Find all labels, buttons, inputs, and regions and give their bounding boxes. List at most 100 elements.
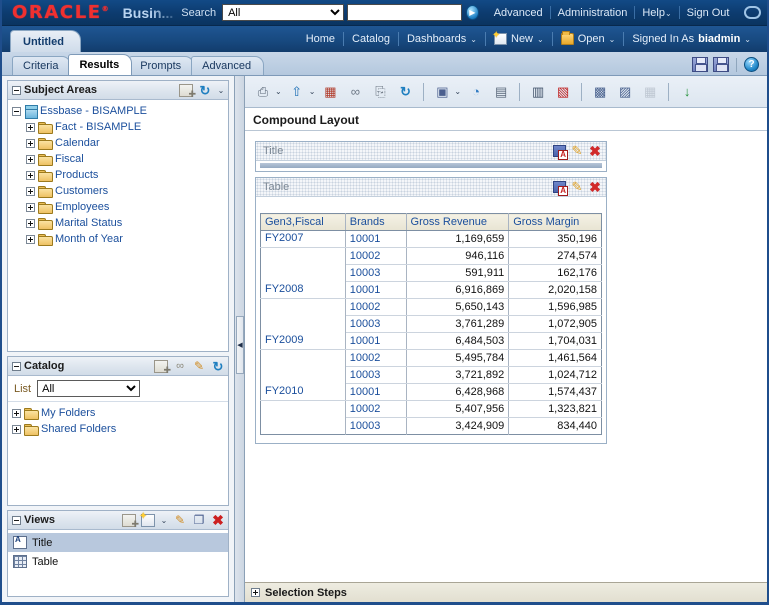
chevron-down-icon[interactable]: ⌄ — [217, 84, 225, 97]
edit-view-icon[interactable]: ✎ — [173, 513, 187, 527]
edit-markup-button[interactable]: ▧ — [553, 82, 573, 101]
cell-fiscal[interactable] — [260, 400, 346, 418]
list-item-title-view[interactable]: Title — [8, 533, 228, 552]
column-header-fiscal[interactable]: Gen3,Fiscal — [260, 213, 346, 231]
tree-node-products[interactable]: Products — [8, 167, 228, 183]
format-view-icon[interactable] — [553, 145, 568, 160]
search-go-icon[interactable]: ▶ — [465, 5, 479, 20]
tab-criteria[interactable]: Criteria — [12, 56, 72, 75]
cell-fiscal[interactable]: FY2007 — [260, 230, 346, 248]
print-button[interactable]: ⎙ — [253, 82, 273, 101]
schedule-button[interactable]: ▦ — [320, 82, 340, 101]
new-chart-button[interactable]: ◔ — [466, 82, 486, 101]
expand-node-icon[interactable] — [26, 202, 35, 212]
remove-view-icon[interactable]: ✖ — [588, 180, 602, 194]
results-table[interactable]: Gen3,Fiscal Brands Gross Revenue Gross M… — [260, 213, 602, 435]
preview-button[interactable]: ∞ — [345, 82, 365, 101]
cell-brand[interactable]: 10003 — [345, 417, 407, 435]
new-gauge-button[interactable]: ▤ — [491, 82, 511, 101]
table-row[interactable]: 10002 5,495,784 1,461,564 — [260, 349, 602, 367]
edit-formula-button[interactable]: ▥ — [528, 82, 548, 101]
tree-node-month-of-year[interactable]: Month of Year — [8, 231, 228, 247]
table-row[interactable]: 10002 946,116 274,574 — [260, 247, 602, 265]
add-catalog-item-icon[interactable] — [154, 359, 171, 376]
chevron-down-icon[interactable]: ⌄ — [275, 87, 282, 96]
table-row[interactable]: 10003 3,424,909 834,440 — [260, 417, 602, 435]
tree-node-customers[interactable]: Customers — [8, 183, 228, 199]
catalog-tree[interactable]: My Folders Shared Folders — [8, 402, 228, 505]
expand-node-icon[interactable] — [26, 170, 35, 180]
cell-fiscal[interactable]: FY2009 — [260, 332, 346, 350]
cell-fiscal[interactable] — [260, 349, 346, 367]
table-row[interactable]: FY2007 10001 1,169,659 350,196 — [260, 230, 602, 248]
cell-fiscal[interactable] — [260, 315, 346, 333]
table-row[interactable]: FY2008 10001 6,916,869 2,020,158 — [260, 281, 602, 299]
dashboards-menu[interactable]: Dashboards ⌄ — [399, 33, 485, 45]
catalog-link[interactable]: Catalog — [344, 33, 398, 45]
cell-fiscal[interactable] — [260, 298, 346, 316]
expand-node-icon[interactable] — [26, 138, 35, 148]
expand-node-icon[interactable] — [26, 186, 35, 196]
tab-advanced[interactable]: Advanced — [191, 56, 265, 75]
edit-view-icon[interactable]: ✎ — [570, 180, 584, 194]
cell-fiscal[interactable] — [260, 264, 346, 282]
expand-node-icon[interactable] — [26, 234, 35, 244]
open-menu[interactable]: Open ⌄ — [553, 31, 624, 45]
expand-selection-steps-icon[interactable] — [251, 588, 260, 597]
help-link[interactable]: Help⌄ — [635, 7, 678, 19]
tree-node-shared-folders[interactable]: Shared Folders — [8, 421, 228, 437]
sort-button[interactable]: ↓ — [677, 82, 697, 101]
edit-view-icon[interactable]: ✎ — [570, 144, 584, 158]
views-list[interactable]: Title Table — [8, 530, 228, 596]
cell-brand[interactable]: 10002 — [345, 298, 407, 316]
remove-view-icon[interactable]: ✖ — [588, 144, 602, 158]
catalog-list-select[interactable]: All — [37, 380, 141, 397]
tree-node-calendar[interactable]: Calendar — [8, 135, 228, 151]
advanced-link[interactable]: Advanced — [487, 7, 550, 19]
cell-brand[interactable]: 10001 — [345, 281, 407, 299]
chevron-down-icon[interactable]: ⌄ — [309, 87, 316, 96]
duplicate-view-icon[interactable]: ❐ — [192, 513, 206, 527]
add-subject-area-icon[interactable] — [179, 83, 196, 100]
compound-layout-canvas[interactable]: Title ✎ ✖ — [245, 131, 767, 582]
cell-fiscal[interactable] — [260, 417, 346, 435]
table-view-container[interactable]: Table ✎ ✖ Gen3,Fiscal — [255, 177, 607, 444]
administration-link[interactable]: Administration — [551, 7, 635, 19]
expand-node-icon[interactable] — [26, 154, 35, 164]
remove-view-icon[interactable]: ✖ — [211, 513, 225, 527]
binoculars-icon[interactable]: ∞ — [173, 360, 187, 373]
column-header-gross-revenue[interactable]: Gross Revenue — [406, 213, 510, 231]
cell-fiscal[interactable] — [260, 366, 346, 384]
cell-brand[interactable]: 10001 — [345, 332, 407, 350]
collapse-subject-areas-icon[interactable] — [12, 85, 21, 95]
cell-brand[interactable]: 10003 — [345, 315, 407, 333]
chevron-down-icon[interactable]: ⌄ — [160, 514, 168, 527]
cell-brand[interactable]: 10001 — [345, 383, 407, 401]
cell-brand[interactable]: 10002 — [345, 400, 407, 418]
user-avatar-icon[interactable] — [744, 6, 762, 19]
add-view-icon[interactable] — [122, 513, 139, 530]
tree-node-fact-bisample[interactable]: Fact - BISAMPLE — [8, 119, 228, 135]
selection-steps-bar[interactable]: Selection Steps — [245, 582, 767, 602]
cell-brand[interactable]: 10003 — [345, 366, 407, 384]
cell-fiscal[interactable] — [260, 247, 346, 265]
format-view-icon[interactable] — [553, 181, 568, 196]
table-row[interactable]: 10002 5,407,956 1,323,821 — [260, 400, 602, 418]
collapse-views-icon[interactable] — [12, 515, 21, 525]
cell-fiscal[interactable]: FY2010 — [260, 383, 346, 401]
subject-areas-tree[interactable]: Essbase - BISAMPLE Fact - BISAMPLE Calen… — [8, 100, 228, 351]
export-button[interactable]: ⇧ — [287, 82, 307, 101]
layout-properties-button[interactable]: ▩ — [590, 82, 610, 101]
compound-layout-button[interactable]: ▨ — [615, 82, 635, 101]
save-as-icon[interactable] — [713, 57, 729, 72]
new-view-icon[interactable] — [139, 511, 155, 527]
collapse-node-icon[interactable] — [12, 106, 21, 116]
table-row[interactable]: FY2009 10001 6,484,503 1,704,031 — [260, 332, 602, 350]
save-icon[interactable] — [692, 57, 708, 72]
tab-results[interactable]: Results — [68, 54, 133, 75]
help-icon[interactable]: ? — [744, 57, 759, 72]
refresh-icon[interactable]: ↻ — [198, 84, 212, 97]
copy-button[interactable]: ⎘ — [370, 82, 390, 101]
collapse-catalog-icon[interactable] — [12, 361, 21, 371]
column-header-gross-margin[interactable]: Gross Margin — [508, 213, 602, 231]
